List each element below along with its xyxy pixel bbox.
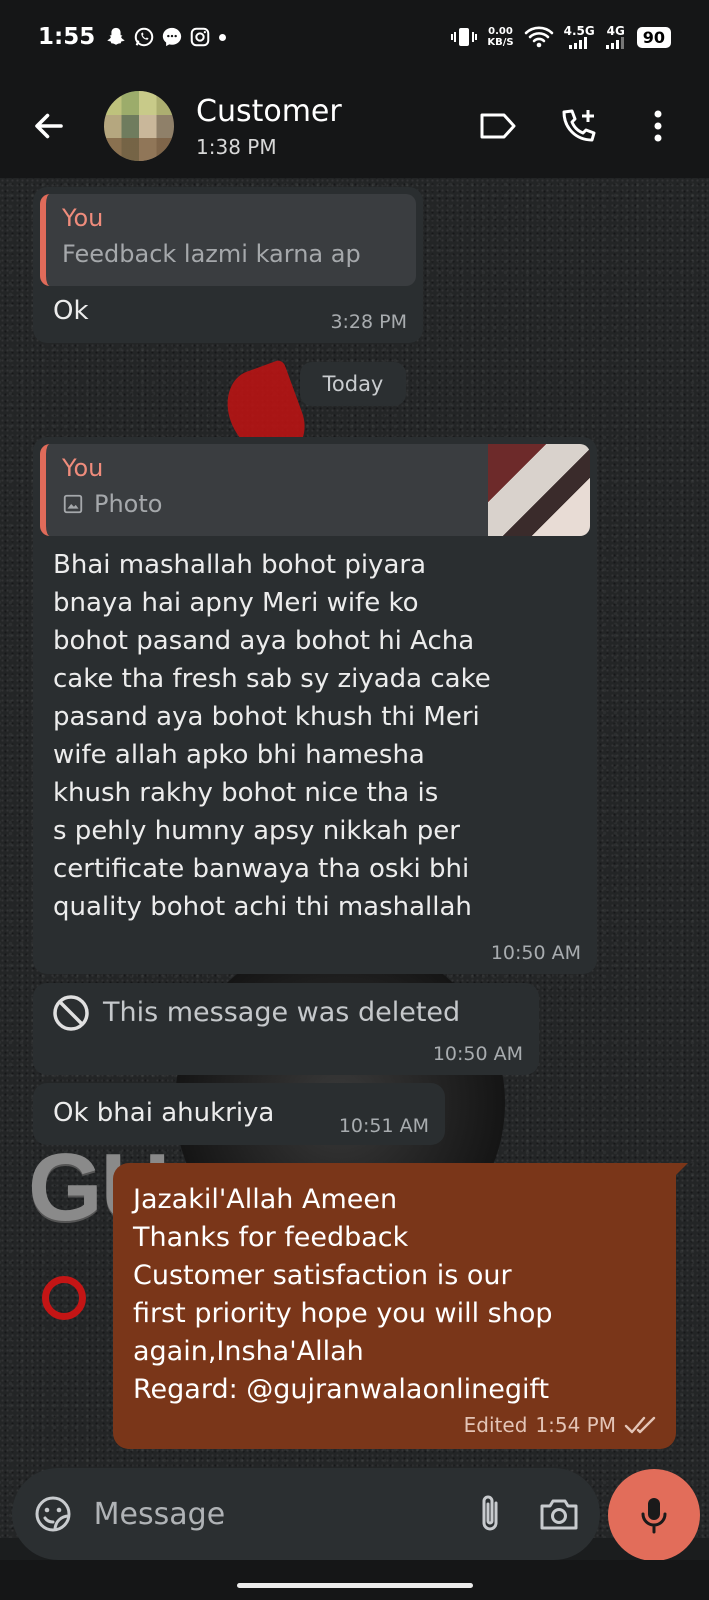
microphone-icon [641,1498,667,1534]
navigation-bar [0,1560,709,1600]
message-line: wife allah apko bhi hamesha [53,740,425,770]
label-icon [480,113,516,139]
contact-info[interactable]: Customer 1:38 PM [196,94,342,159]
message-line: Thanks for feedback [133,1222,409,1253]
message-text: Ok bhai ahukriya [53,1098,275,1128]
message-line: Customer satisfaction is our [133,1260,512,1291]
status-bar: 1:55 0.00 KB/S 4.5G 4G 90 [0,0,709,74]
message-time: 1:54 PM [535,1413,616,1437]
camera-button[interactable] [536,1489,582,1539]
whatsapp-icon [134,27,154,47]
deleted-message-text: This message was deleted [103,997,461,1028]
deleted-message-row: This message was deleted [51,993,521,1033]
more-notifications-dot [219,33,227,41]
wifi-icon [524,26,553,48]
contact-name: Customer [196,93,342,129]
quoted-message[interactable]: You Feedback lazmi karna ap [40,194,416,286]
message-line: pasand aya bohot khush thi Meri [53,702,480,732]
blocked-icon [53,995,89,1031]
message-line: khush rakhy bohot nice tha is [53,778,439,808]
message-line: cake tha fresh sab sy ziyada cake [53,664,491,694]
header-actions [473,101,683,151]
network-type-1: 4.5G [563,23,595,38]
snapchat-icon [107,27,125,45]
phone-add-icon [562,109,596,142]
message-input[interactable] [93,1496,467,1532]
arrow-left-icon [35,113,63,139]
message-bubble-outgoing[interactable]: Jazakil'Allah Ameen Thanks for feedback … [113,1163,676,1449]
edited-label: Edited [463,1413,528,1437]
quoted-message[interactable]: You Photo [40,444,590,536]
quote-author: You [62,204,104,232]
battery-indicator: 90 [636,26,671,48]
message-line: bohot pasand aya bohot hi Acha [53,626,475,656]
message-line: certificate banwaya tha oski bhi [53,854,470,884]
home-indicator[interactable] [237,1583,473,1588]
network-speed-value: 0.00 [488,26,513,37]
signal-2: 4G [605,23,627,49]
signal-bars-icon [569,36,588,49]
message-text: Bhai mashallah bohot piyara bnaya hai ap… [40,536,590,926]
message-line: again,Insha'Allah [133,1336,364,1367]
date-separator: Today [300,362,406,406]
label-button[interactable] [473,101,523,151]
message-bubble-incoming[interactable]: You Feedback lazmi karna ap Ok 3:28 PM [33,187,423,343]
message-line: Jazakil'Allah Ameen [133,1184,398,1215]
system-icons: 0.00 KB/S 4.5G 4G 90 [451,25,671,49]
quote-text: Feedback lazmi karna ap [62,240,361,268]
message-time: 10:50 AM [490,942,581,964]
back-button[interactable] [14,91,84,161]
message-time: 3:28 PM [330,311,407,333]
signal-1: 4.5G [563,23,595,49]
status-time: 1:55 [38,24,96,50]
messenger-icon [163,27,182,47]
message-bubble-deleted[interactable]: This message was deleted 10:50 AM [33,983,539,1075]
message-line: first priority hope you will shop [133,1298,553,1329]
more-options-button[interactable] [633,101,683,151]
message-bubble-incoming[interactable]: Ok bhai ahukriya 10:51 AM [33,1083,445,1145]
quote-text: Photo [62,490,480,518]
message-line: bnaya hai apny Meri wife ko [53,588,419,618]
network-speed: 0.00 KB/S [487,26,513,48]
message-composer [12,1468,600,1560]
double-check-icon [624,1416,656,1434]
message-meta: Edited 1:54 PM [464,1413,658,1437]
sticker-button[interactable] [30,1489,76,1539]
quote-author: You [62,454,104,482]
message-bubble-incoming[interactable]: You Photo Bhai mashallah bohot piyara bn… [33,437,597,974]
instagram-icon [190,27,210,47]
quote-text-label: Photo [94,490,163,518]
signal-bars-icon [605,36,624,49]
more-vertical-icon [654,110,662,142]
vibrate-icon [451,28,478,46]
network-type-2: 4G [606,23,625,38]
sticker-icon [35,1496,71,1532]
voice-record-button[interactable] [608,1469,700,1561]
network-speed-unit: KB/S [487,37,514,48]
outgoing-bubble-tail [670,1163,688,1181]
contact-last-seen: 1:38 PM [196,134,277,159]
paperclip-icon [482,1495,497,1531]
photo-icon [63,494,83,514]
add-call-button[interactable] [553,101,603,151]
message-line: Bhai mashallah bohot piyara [53,550,427,580]
camera-icon [540,1499,578,1530]
quoted-photo-thumbnail [488,444,590,536]
message-time: 10:51 AM [338,1115,429,1137]
notification-icons [105,26,227,48]
message-time: 10:50 AM [432,1043,523,1065]
message-line: quality bohot achi thi mashallah [53,892,472,922]
message-line: Regard: @gujranwalaonlinegift [133,1374,550,1405]
message-line: s pehly humny apsy nikkah per [53,816,460,846]
attach-button[interactable] [467,1489,513,1539]
chat-header: Customer 1:38 PM [0,74,709,178]
wallpaper-decoration [42,1276,86,1320]
contact-avatar[interactable] [104,91,174,161]
